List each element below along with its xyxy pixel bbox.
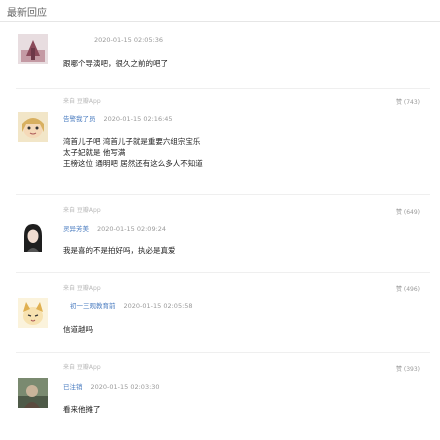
avatar[interactable] xyxy=(18,34,48,64)
avatar-image-icon xyxy=(18,298,48,328)
comment-text: 看来他摊了 xyxy=(63,405,101,414)
avatar-image-icon xyxy=(18,222,48,252)
avatar[interactable] xyxy=(18,222,48,252)
comment-time: 2020-01-15 02:16:45 xyxy=(103,115,173,123)
avatar[interactable] xyxy=(18,298,48,328)
comment-source: 来自 豆瓣App xyxy=(63,364,101,371)
comment-text: 我是喜的不是拍好吗，执必是真爱 xyxy=(63,246,176,255)
comment-text: 湾首儿子吧 湾首儿子就是重要六组宗宝乐 太子妃就是 他写满 王榜这位 通明吧 居… xyxy=(63,137,203,168)
avatar-image-icon xyxy=(18,378,48,408)
like-button[interactable]: 赞 (393) xyxy=(396,364,420,373)
comment-time: 2020-01-15 02:03:30 xyxy=(90,383,160,391)
section-title: 最新回应 xyxy=(7,8,47,19)
divider xyxy=(16,272,430,273)
avatar-image-icon xyxy=(18,34,48,64)
comment-source: 来自 豆瓣App xyxy=(63,285,101,292)
comment-username[interactable]: 已注销 xyxy=(63,383,83,391)
comment-time: 2020-01-15 02:09:24 xyxy=(97,225,167,233)
divider xyxy=(16,352,430,353)
section-header: 最新回应 xyxy=(0,0,440,22)
comment-time: 2020-01-15 02:05:36 xyxy=(94,36,164,44)
avatar[interactable] xyxy=(18,112,48,142)
like-button[interactable]: 赞 (649) xyxy=(396,207,420,216)
comment-username[interactable]: 灵异芳美 xyxy=(63,225,89,233)
comment-text: 信道越吗 xyxy=(63,325,93,334)
divider xyxy=(16,194,430,195)
comment-username[interactable]: 初一三观教育前 xyxy=(70,302,116,310)
comment-source: 来自 豆瓣App xyxy=(63,98,101,105)
avatar-image-icon xyxy=(18,112,48,142)
like-button[interactable]: 赞 (496) xyxy=(396,284,420,293)
like-button[interactable]: 赞 (743) xyxy=(396,97,420,106)
comment-source: 来自 豆瓣App xyxy=(63,207,101,214)
comment-text: 跟哪个导演吧，很久之前的吧了 xyxy=(63,59,168,68)
comment-time: 2020-01-15 02:05:58 xyxy=(123,302,193,310)
divider xyxy=(16,88,430,89)
avatar[interactable] xyxy=(18,378,48,408)
comment-username[interactable]: 告警我了员 xyxy=(63,115,96,123)
